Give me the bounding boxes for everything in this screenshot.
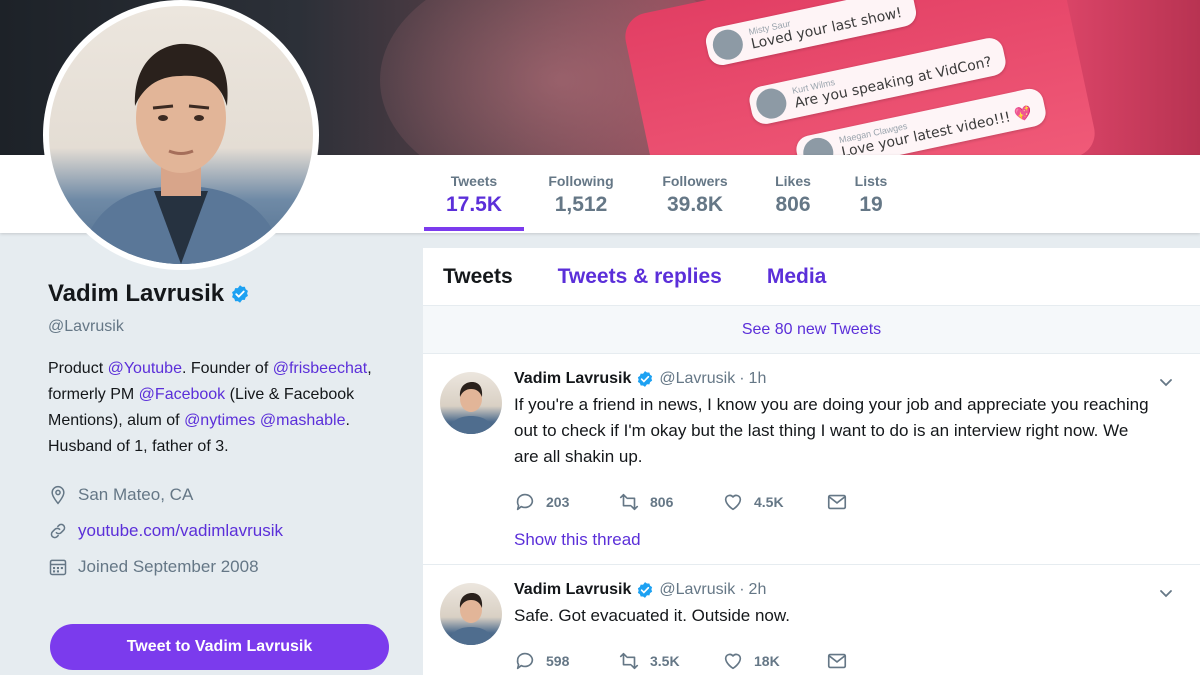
- tweet-author-name[interactable]: Vadim Lavrusik: [514, 370, 631, 388]
- tweet-separator: ·: [739, 581, 745, 598]
- website-link[interactable]: youtube.com/vadimlavrusik: [78, 521, 283, 541]
- tweet-header: Vadim Lavrusik @Lavrusik · 1h: [514, 368, 1180, 390]
- avatar-photo: [79, 43, 285, 264]
- tweet-author-handle[interactable]: @Lavrusik: [659, 581, 735, 599]
- profile-name[interactable]: Vadim Lavrusik: [48, 280, 224, 308]
- profile-joined: Joined September 2008: [48, 556, 393, 578]
- retweet-count: 3.5K: [650, 653, 680, 669]
- tweet-text: If you're a friend in news, I know you a…: [514, 395, 1149, 466]
- tab-tweets-replies[interactable]: Tweets & replies: [558, 265, 722, 289]
- profile-website: youtube.com/vadimlavrusik: [48, 520, 393, 542]
- profile-handle[interactable]: @Lavrusik: [48, 318, 393, 336]
- retweet-icon: [619, 652, 639, 670]
- bio-text: Product: [48, 360, 108, 377]
- stat-following[interactable]: Following 1,512: [525, 155, 637, 233]
- calendar-icon: [48, 557, 68, 577]
- location-text: San Mateo, CA: [78, 485, 194, 504]
- stat-followers[interactable]: Followers 39.8K: [640, 155, 750, 233]
- timeline-tabs: Tweets Tweets & replies Media: [423, 248, 1200, 306]
- tweet-to-button[interactable]: Tweet to Vadim Lavrusik: [50, 624, 389, 670]
- bubble-avatar: [753, 85, 790, 122]
- tweet-text: Safe. Got evacuated it. Outside now.: [514, 606, 790, 625]
- location-pin-icon: [48, 485, 68, 505]
- verified-badge-icon: [232, 285, 249, 303]
- tweet[interactable]: Vadim Lavrusik @Lavrusik · 2h Safe. Got …: [423, 565, 1200, 675]
- bio-mention-link[interactable]: @frisbeechat: [273, 360, 368, 377]
- stat-value: 1,512: [554, 193, 608, 216]
- reply-icon: [516, 652, 534, 670]
- new-tweets-bar[interactable]: See 80 new Tweets: [423, 306, 1200, 354]
- reply-button[interactable]: 598: [514, 650, 618, 672]
- tweet-author-name[interactable]: Vadim Lavrusik: [514, 581, 631, 599]
- profile-location: San Mateo, CA: [48, 484, 393, 506]
- chevron-down-icon[interactable]: [1158, 374, 1174, 390]
- tweet-actions: 598 3.5K 18K: [514, 641, 1180, 675]
- verified-badge-icon: [638, 371, 653, 387]
- tab-tweets[interactable]: Tweets: [443, 265, 513, 289]
- retweet-button[interactable]: 3.5K: [618, 650, 722, 672]
- bubble-avatar: [800, 135, 837, 155]
- stat-value: 17.5K: [445, 193, 503, 216]
- stat-value: 806: [775, 193, 811, 216]
- tweet-header: Vadim Lavrusik @Lavrusik · 2h: [514, 579, 1180, 601]
- profile-name-row: Vadim Lavrusik: [48, 280, 393, 308]
- retweet-count: 806: [650, 494, 674, 510]
- like-button[interactable]: 18K: [722, 650, 826, 672]
- reply-count: 203: [546, 494, 570, 510]
- timeline: Tweets Tweets & replies Media See 80 new…: [423, 248, 1200, 675]
- profile-avatar[interactable]: [43, 0, 319, 270]
- reply-button[interactable]: 203: [514, 491, 618, 513]
- bubble-avatar: [710, 26, 746, 63]
- chevron-down-icon[interactable]: [1158, 585, 1174, 601]
- heart-icon: [724, 653, 742, 670]
- tweet-separator: ·: [739, 370, 745, 387]
- envelope-icon: [827, 653, 847, 669]
- tweet-timestamp[interactable]: 2h: [749, 581, 767, 599]
- reply-count: 598: [546, 653, 570, 669]
- tweet-actions: 203 806 4.5K: [514, 482, 1180, 522]
- like-button[interactable]: 4.5K: [722, 491, 826, 513]
- envelope-icon: [827, 494, 847, 510]
- bio-mention-link[interactable]: @nytimes: [184, 412, 255, 429]
- verified-badge-icon: [638, 582, 653, 598]
- stat-value: 39.8K: [666, 193, 724, 216]
- bio-mention-link[interactable]: @Youtube: [108, 360, 182, 377]
- stat-label: Following: [548, 173, 614, 189]
- stat-tweets[interactable]: Tweets 17.5K: [424, 155, 524, 233]
- stat-value: 19: [859, 193, 883, 216]
- tweet-avatar[interactable]: [440, 583, 502, 645]
- heart-icon: [724, 494, 742, 511]
- like-count: 18K: [754, 653, 780, 669]
- stat-lists[interactable]: Lists 19: [836, 155, 906, 233]
- bio-mention-link[interactable]: @mashable: [260, 412, 346, 429]
- link-icon: [48, 521, 68, 541]
- stat-likes[interactable]: Likes 806: [756, 155, 830, 233]
- tweet[interactable]: Vadim Lavrusik @Lavrusik · 1h If you're …: [423, 354, 1200, 565]
- show-thread-link[interactable]: Show this thread: [514, 530, 1180, 564]
- bio-text: . Founder of: [181, 360, 273, 377]
- tab-media[interactable]: Media: [767, 265, 827, 289]
- reply-icon: [516, 493, 534, 511]
- tweet-timestamp[interactable]: 1h: [749, 370, 767, 388]
- like-count: 4.5K: [754, 494, 784, 510]
- message-button[interactable]: [826, 650, 930, 672]
- stat-label: Tweets: [450, 173, 498, 189]
- stat-label: Likes: [775, 173, 811, 189]
- tweet-avatar[interactable]: [440, 372, 502, 434]
- retweet-button[interactable]: 806: [618, 491, 722, 513]
- stat-label: Lists: [854, 173, 888, 189]
- tweet-author-handle[interactable]: @Lavrusik: [659, 370, 735, 388]
- profile-card: Vadim Lavrusik @Lavrusik Product @Youtub…: [48, 280, 393, 578]
- message-button[interactable]: [826, 491, 930, 513]
- bio-mention-link[interactable]: @Facebook: [139, 386, 226, 403]
- stat-label: Followers: [662, 173, 728, 189]
- profile-bio: Product @Youtube. Founder of @frisbeecha…: [48, 356, 393, 460]
- retweet-icon: [619, 493, 639, 511]
- joined-text: Joined September 2008: [78, 557, 259, 576]
